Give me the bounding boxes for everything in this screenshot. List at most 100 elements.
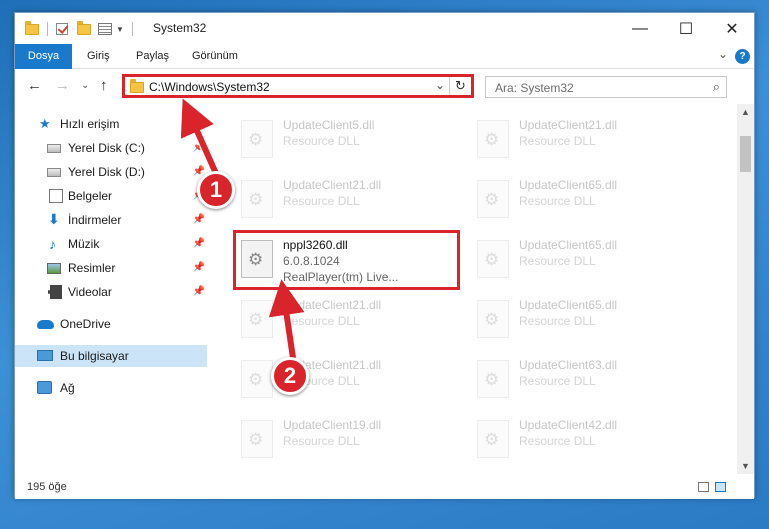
list-item[interactable]: UpdateClient21.dll Resource DLL	[469, 112, 699, 170]
dll-file-icon	[477, 360, 509, 398]
sidebar-item-onedrive[interactable]: OneDrive	[15, 313, 209, 335]
sidebar-item-label: Yerel Disk (D:)	[68, 165, 145, 179]
file-description: Resource DLL	[283, 134, 360, 148]
file-name: UpdateClient65.dll	[519, 178, 618, 192]
list-item[interactable]: UpdateClient65.dll Resource DLL	[469, 292, 699, 350]
file-name: UpdateClient65.dll	[519, 238, 618, 252]
properties-check-icon[interactable]	[56, 23, 68, 35]
sidebar-item-label: Belgeler	[68, 189, 113, 203]
dll-file-icon	[241, 180, 273, 218]
sidebar-item-quick-access[interactable]: ★ Hızlı erişim	[15, 113, 209, 135]
sidebar-item-drive-d[interactable]: Yerel Disk (D:) 📌	[15, 161, 209, 183]
tab-view[interactable]: Görünüm	[182, 44, 248, 69]
list-item[interactable]: UpdateClient19.dll Resource DLL	[233, 412, 463, 470]
customize-dropdown-icon[interactable]: ▼	[116, 25, 124, 34]
file-description: Resource DLL	[519, 374, 596, 388]
sidebar-item-documents[interactable]: Belgeler 📌	[15, 185, 209, 207]
close-button[interactable]: ✕	[709, 13, 755, 44]
sidebar-item-label: İndirmeler	[68, 213, 122, 227]
dll-file-icon	[477, 300, 509, 338]
search-placeholder: Ara: System32	[495, 81, 574, 95]
list-item[interactable]: UpdateClient65.dll Resource DLL	[469, 232, 699, 290]
list-item[interactable]: UpdateClient42.dll Resource DLL	[469, 412, 699, 470]
dll-file-icon	[477, 180, 509, 218]
window-title: System32	[153, 21, 207, 35]
list-item[interactable]: UpdateClient21.dll Resource DLL	[233, 352, 463, 410]
file-description: Resource DLL	[519, 254, 596, 268]
tab-home[interactable]: Giriş	[77, 44, 120, 69]
sidebar-item-label: Yerel Disk (C:)	[68, 141, 145, 155]
list-item[interactable]: UpdateClient63.dll Resource DLL	[469, 352, 699, 410]
scroll-down-icon[interactable]: ▼	[741, 461, 750, 471]
search-icon[interactable]: ⌕	[713, 79, 720, 95]
vertical-scrollbar[interactable]: ▲ ▼	[737, 104, 754, 474]
file-description: Resource DLL	[519, 314, 596, 328]
search-input[interactable]: Ara: System32 ⌕	[485, 76, 727, 98]
star-icon: ★	[39, 116, 51, 131]
file-name: UpdateClient19.dll	[283, 418, 382, 432]
minimize-button[interactable]: —	[617, 13, 663, 44]
sidebar-item-label: Bu bilgisayar	[60, 349, 129, 363]
folder-icon[interactable]	[25, 20, 39, 35]
sidebar-item-this-pc[interactable]: Bu bilgisayar	[15, 345, 207, 367]
recent-dropdown-icon[interactable]: ⌄	[81, 80, 89, 91]
list-item[interactable]: UpdateClient21.dll Resource DLL	[233, 292, 463, 350]
file-name: UpdateClient21.dll	[283, 298, 382, 312]
help-button[interactable]: ?	[735, 49, 750, 64]
file-name: UpdateClient63.dll	[519, 358, 618, 372]
pin-icon[interactable]: 📌	[193, 214, 205, 225]
list-item[interactable]: UpdateClient65.dll Resource DLL	[469, 172, 699, 230]
tiles-view-icon[interactable]	[715, 482, 726, 492]
quick-access-toolbar: ▼	[25, 20, 133, 37]
drive-icon	[47, 165, 61, 179]
pin-icon[interactable]: 📌	[193, 286, 205, 297]
highlight-box	[233, 230, 460, 290]
sidebar-item-label: Hızlı erişim	[60, 117, 120, 131]
videos-icon	[48, 285, 62, 299]
sidebar-item-downloads[interactable]: ⬇ İndirmeler 📌	[15, 209, 209, 231]
pin-icon[interactable]: 📌	[193, 262, 205, 273]
details-view-icon[interactable]	[698, 482, 709, 492]
maximize-button[interactable]: ☐	[663, 13, 709, 44]
scroll-up-icon[interactable]: ▲	[741, 107, 750, 117]
sidebar-item-pictures[interactable]: Resimler 📌	[15, 257, 209, 279]
chevron-down-icon[interactable]: ⌄	[435, 78, 445, 92]
view-options-icon[interactable]	[98, 23, 112, 35]
dll-file-icon	[477, 240, 509, 278]
sidebar-item-label: Videolar	[68, 285, 112, 299]
pin-icon[interactable]: 📌	[193, 142, 205, 153]
sidebar-item-drive-c[interactable]: Yerel Disk (C:) 📌	[15, 137, 209, 159]
pin-icon[interactable]: 📌	[193, 238, 205, 249]
sidebar-item-videos[interactable]: Videolar 📌	[15, 281, 209, 303]
separator	[47, 22, 48, 36]
computer-icon	[37, 349, 53, 363]
list-item[interactable]: UpdateClient5.dll Resource DLL	[233, 112, 463, 170]
documents-icon	[49, 189, 63, 203]
file-description: Resource DLL	[519, 134, 596, 148]
forward-arrow-icon[interactable]: →	[55, 77, 70, 94]
tab-share[interactable]: Paylaş	[126, 44, 179, 69]
ribbon-tabs: Dosya Giriş Paylaş Görünüm ⌄ ?	[15, 44, 754, 69]
list-item[interactable]: UpdateClient21.dll Resource DLL	[233, 172, 463, 230]
dll-file-icon	[477, 120, 509, 158]
scroll-thumb[interactable]	[740, 136, 751, 172]
status-bar: 195 öğe	[15, 474, 754, 499]
address-path[interactable]: C:\Windows\System32	[149, 80, 270, 94]
chevron-down-icon[interactable]: ⌄	[718, 47, 728, 61]
sidebar-item-music[interactable]: ♪ Müzik 📌	[15, 233, 209, 255]
refresh-icon[interactable]: ↻	[449, 77, 471, 95]
pictures-icon	[47, 261, 61, 275]
sidebar-item-label: Ağ	[60, 381, 75, 395]
back-arrow-icon[interactable]: ←	[27, 77, 42, 94]
cloud-icon	[37, 317, 54, 331]
file-name: UpdateClient65.dll	[519, 298, 618, 312]
sidebar-item-network[interactable]: Ağ	[15, 377, 209, 399]
music-icon: ♪	[49, 236, 56, 252]
sidebar-item-label: OneDrive	[60, 317, 111, 331]
network-icon	[37, 381, 52, 395]
file-description: Resource DLL	[519, 434, 596, 448]
new-folder-icon[interactable]	[77, 20, 91, 35]
address-bar[interactable]: C:\Windows\System32 ⌄ ↻	[122, 74, 474, 98]
tab-file[interactable]: Dosya	[15, 44, 72, 69]
up-arrow-icon[interactable]: ↑	[100, 77, 108, 94]
